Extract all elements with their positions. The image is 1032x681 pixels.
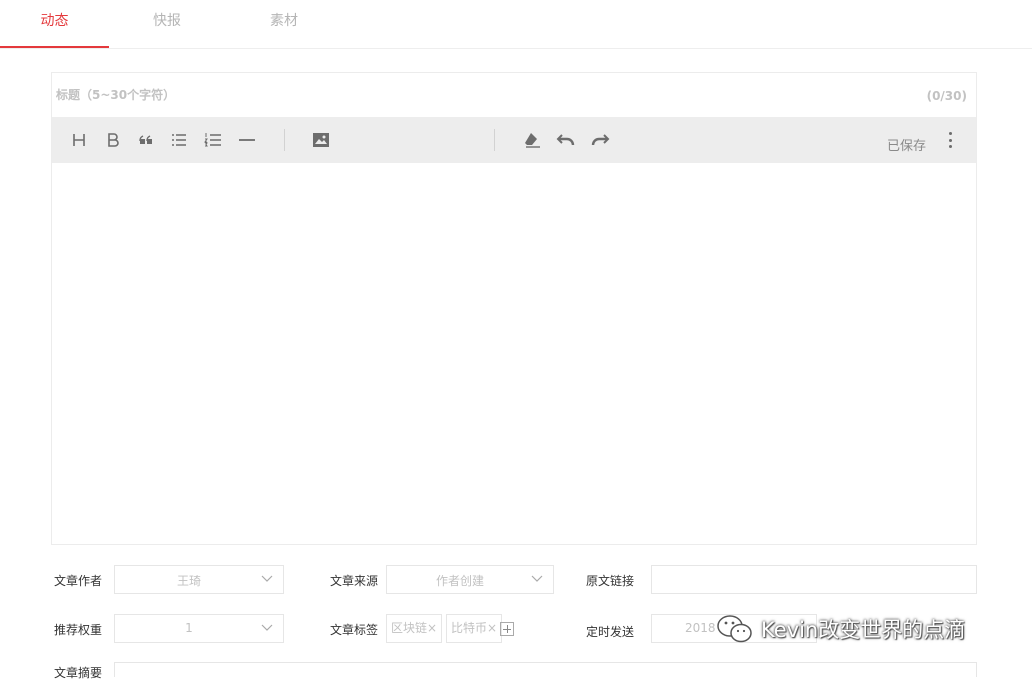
weight-label: 推荐权重: [54, 623, 103, 637]
bold-icon[interactable]: [102, 129, 124, 151]
saved-status: 已保存: [886, 139, 926, 154]
more-vertical-icon[interactable]: [942, 130, 958, 150]
weight-value: 1: [185, 621, 193, 635]
tab-dynamic[interactable]: 动态: [0, 0, 109, 48]
source-label: 文章来源: [330, 574, 379, 588]
chevron-down-icon: [261, 624, 273, 631]
article-editor: (0/30) 已保: [51, 72, 977, 545]
title-row: (0/30): [52, 73, 976, 117]
summary-input[interactable]: [114, 662, 977, 677]
chevron-down-icon: [261, 575, 273, 582]
tag-chip[interactable]: 区块链×: [386, 614, 443, 643]
title-char-counter: (0/30): [926, 89, 967, 103]
link-label: 原文链接: [586, 574, 635, 588]
editor-toolbar: 已保存: [52, 117, 976, 163]
image-icon[interactable]: [310, 129, 332, 151]
source-value: 作者创建: [435, 574, 484, 588]
weight-select[interactable]: 1: [114, 614, 284, 643]
quote-icon[interactable]: [135, 129, 157, 151]
author-select[interactable]: 王琦: [114, 565, 284, 594]
clear-format-icon[interactable]: [522, 129, 544, 151]
tab-bar: 动态 快报 素材: [0, 0, 1032, 49]
undo-icon[interactable]: [555, 129, 577, 151]
title-input[interactable]: [56, 85, 756, 105]
chevron-down-icon: [531, 575, 543, 582]
link-input[interactable]: [651, 565, 977, 594]
watermark: Kevin改变世界的点滴: [715, 612, 965, 646]
bullet-list-icon[interactable]: [168, 129, 190, 151]
tags-label: 文章标签: [330, 623, 379, 637]
author-value: 王琦: [176, 574, 201, 588]
redo-icon[interactable]: [589, 129, 611, 151]
wechat-icon: [717, 615, 752, 643]
tab-materials[interactable]: 素材: [232, 0, 336, 48]
toolbar-separator: [494, 129, 495, 151]
summary-label: 文章摘要: [54, 666, 103, 680]
schedule-label: 定时发送: [586, 625, 635, 639]
numbered-list-icon[interactable]: [202, 129, 224, 151]
watermark-text: Kevin改变世界的点滴: [761, 618, 966, 642]
heading-icon[interactable]: [68, 129, 90, 151]
tab-flash-news[interactable]: 快报: [115, 0, 219, 48]
source-select[interactable]: 作者创建: [386, 565, 554, 594]
editor-content-area[interactable]: [52, 163, 976, 545]
add-tag-icon[interactable]: [500, 622, 514, 636]
divider-icon[interactable]: [236, 129, 258, 151]
author-label: 文章作者: [54, 574, 103, 588]
toolbar-separator: [284, 129, 285, 151]
tag-chip[interactable]: 比特币×: [446, 614, 503, 643]
